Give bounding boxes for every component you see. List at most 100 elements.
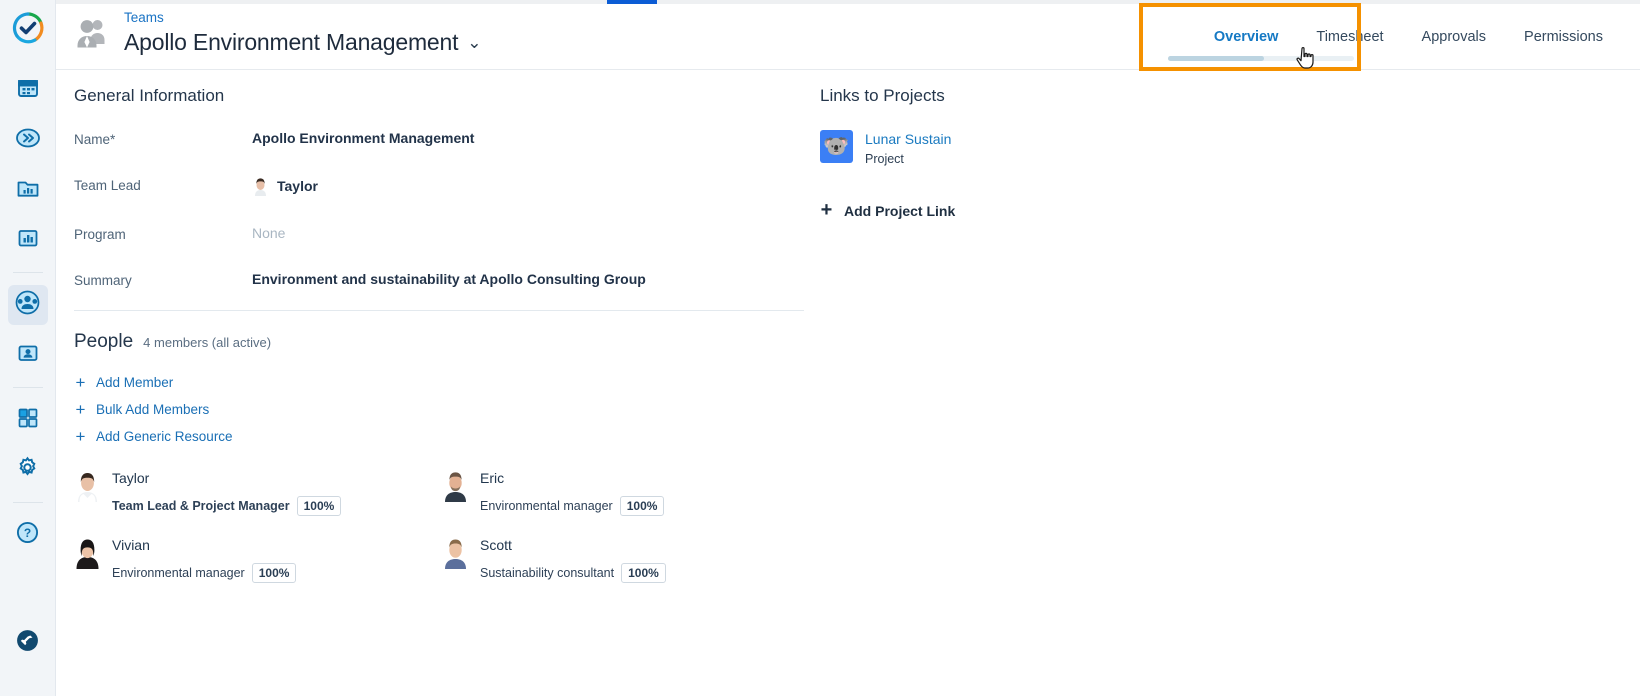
- svg-text:?: ?: [24, 526, 31, 540]
- field-value-team-lead[interactable]: Taylor: [252, 176, 318, 196]
- app-root: ? Teams Apollo Environment Management ⌄ …: [0, 0, 1640, 696]
- avatar: [442, 536, 469, 569]
- add-generic-resource-button[interactable]: + Add Generic Resource: [74, 423, 233, 450]
- add-member-button[interactable]: + Add Member: [74, 369, 174, 396]
- list-item[interactable]: Scott Sustainability consultant 100%: [442, 536, 810, 583]
- project-link-body: Lunar Sustain Project: [865, 130, 951, 166]
- person-meta: Team Lead & Project Manager 100%: [112, 496, 342, 516]
- field-team-lead: Team Lead Taylor: [74, 176, 822, 196]
- field-label-team-lead: Team Lead: [74, 178, 141, 193]
- people-count: 4 members (all active): [143, 335, 272, 350]
- tab-permissions[interactable]: Permissions: [1505, 4, 1622, 70]
- add-generic-resource-label: Add Generic Resource: [96, 429, 233, 444]
- team-avatar-icon: [72, 14, 112, 54]
- sidebar-item-teams[interactable]: [7, 285, 48, 325]
- app-logo-icon[interactable]: [10, 10, 46, 46]
- title-row: Apollo Environment Management ⌄: [124, 28, 482, 56]
- team-people-icon: [14, 289, 41, 321]
- chevron-down-icon[interactable]: ⌄: [467, 34, 481, 51]
- field-label-name: Name*: [74, 132, 116, 147]
- bulk-add-members-label: Bulk Add Members: [96, 402, 210, 417]
- bulk-add-members-button[interactable]: + Bulk Add Members: [74, 396, 210, 423]
- question-circle-icon: ?: [15, 520, 40, 550]
- person-name: Eric: [480, 470, 505, 486]
- tabs-scrollbar-thumb[interactable]: [1168, 56, 1264, 61]
- project-link-item[interactable]: 🐨 Lunar Sustain Project: [820, 130, 1290, 166]
- list-item[interactable]: Vivian Environmental manager 100%: [74, 536, 442, 583]
- person-body: Taylor Team Lead & Project Manager 100%: [112, 469, 342, 516]
- person-allocation-badge: 100%: [251, 563, 297, 583]
- person-body: Scott Sustainability consultant 100%: [480, 536, 666, 583]
- person-role: Environmental manager: [112, 566, 245, 580]
- general-information-title: General Information: [74, 86, 225, 105]
- person-allocation-badge: 100%: [621, 563, 666, 583]
- plus-icon: +: [75, 373, 86, 392]
- sidebar-item-reports[interactable]: [8, 220, 48, 260]
- person-allocation-badge: 100%: [619, 496, 665, 516]
- sidebar-item-settings[interactable]: [8, 450, 48, 490]
- person-body: Vivian Environmental manager 100%: [112, 536, 297, 583]
- page-header: Teams Apollo Environment Management ⌄ Ov…: [56, 4, 1640, 70]
- person-name: Taylor: [112, 470, 150, 486]
- general-information-section: General Information Name* Apollo Environ…: [74, 86, 822, 583]
- field-value-summary[interactable]: Environment and sustainability at Apollo…: [252, 271, 646, 287]
- plus-icon: +: [75, 400, 86, 419]
- left-sidebar: ?: [0, 0, 56, 696]
- links-to-projects-section: Links to Projects 🐨 Lunar Sustain Projec…: [820, 86, 1290, 220]
- add-project-link-label: Add Project Link: [844, 202, 956, 219]
- folder-chart-icon: [16, 176, 40, 205]
- sidebar-item-resources[interactable]: [8, 335, 48, 375]
- calendar-icon: [16, 76, 40, 105]
- sidebar-item-apps[interactable]: [8, 400, 48, 440]
- people-header: People 4 members (all active): [74, 331, 822, 353]
- header-identity: Teams Apollo Environment Management ⌄: [72, 10, 482, 56]
- field-value-program[interactable]: None: [252, 225, 285, 241]
- people-grid: Taylor Team Lead & Project Manager 100%: [74, 469, 822, 583]
- grid-apps-icon: [16, 406, 40, 435]
- main-content: General Information Name* Apollo Environ…: [56, 70, 1640, 696]
- pin-circle-icon: [15, 628, 40, 658]
- people-title: People: [74, 331, 134, 352]
- list-item[interactable]: Eric Environmental manager 100%: [442, 469, 810, 516]
- person-meta: Sustainability consultant 100%: [480, 563, 666, 583]
- project-name-link[interactable]: Lunar Sustain: [865, 130, 951, 148]
- avatar: [74, 536, 101, 569]
- tabs-scrollbar-track[interactable]: [1168, 56, 1354, 61]
- people-actions: + Add Member + Bulk Add Members + Add Ge…: [74, 369, 822, 450]
- avatar: [442, 469, 469, 502]
- field-label-summary: Summary: [74, 273, 132, 288]
- gear-icon: [15, 455, 40, 485]
- add-project-link-button[interactable]: + Add Project Link: [820, 200, 956, 220]
- sidebar-divider: [12, 272, 43, 273]
- team-lead-name: Taylor: [277, 178, 318, 194]
- avatar: [74, 469, 101, 502]
- page-title: Apollo Environment Management: [124, 29, 459, 55]
- field-value-name[interactable]: Apollo Environment Management: [252, 130, 474, 146]
- sidebar-item-calendar[interactable]: [8, 70, 48, 110]
- person-card-icon: [16, 341, 40, 370]
- links-to-projects-title: Links to Projects: [820, 86, 945, 105]
- person-meta: Environmental manager 100%: [480, 496, 665, 516]
- project-type-label: Project: [865, 152, 904, 166]
- tab-approvals[interactable]: Approvals: [1403, 4, 1505, 70]
- person-body: Eric Environmental manager 100%: [480, 469, 665, 516]
- field-summary: Summary Environment and sustainability a…: [74, 271, 822, 288]
- sidebar-divider-3: [12, 502, 43, 503]
- sidebar-item-pin[interactable]: [8, 623, 48, 663]
- koala-project-icon: 🐨: [820, 130, 853, 163]
- breadcrumb-teams[interactable]: Teams: [124, 10, 482, 26]
- sidebar-item-help[interactable]: ?: [8, 515, 48, 555]
- add-member-label: Add Member: [96, 375, 174, 390]
- field-program: Program None: [74, 225, 822, 242]
- plus-icon: +: [75, 427, 86, 446]
- person-meta: Environmental manager 100%: [112, 563, 297, 583]
- avatar-taylor-small: [252, 176, 269, 196]
- mouse-cursor-pointer: [1295, 46, 1317, 77]
- sidebar-item-portfolio[interactable]: [8, 170, 48, 210]
- person-name: Vivian: [112, 537, 150, 553]
- list-item[interactable]: Taylor Team Lead & Project Manager 100%: [74, 469, 442, 516]
- sidebar-item-expand[interactable]: [8, 120, 48, 160]
- section-divider: [74, 310, 804, 311]
- bar-chart-icon: [16, 226, 40, 255]
- sidebar-divider-2: [12, 387, 43, 388]
